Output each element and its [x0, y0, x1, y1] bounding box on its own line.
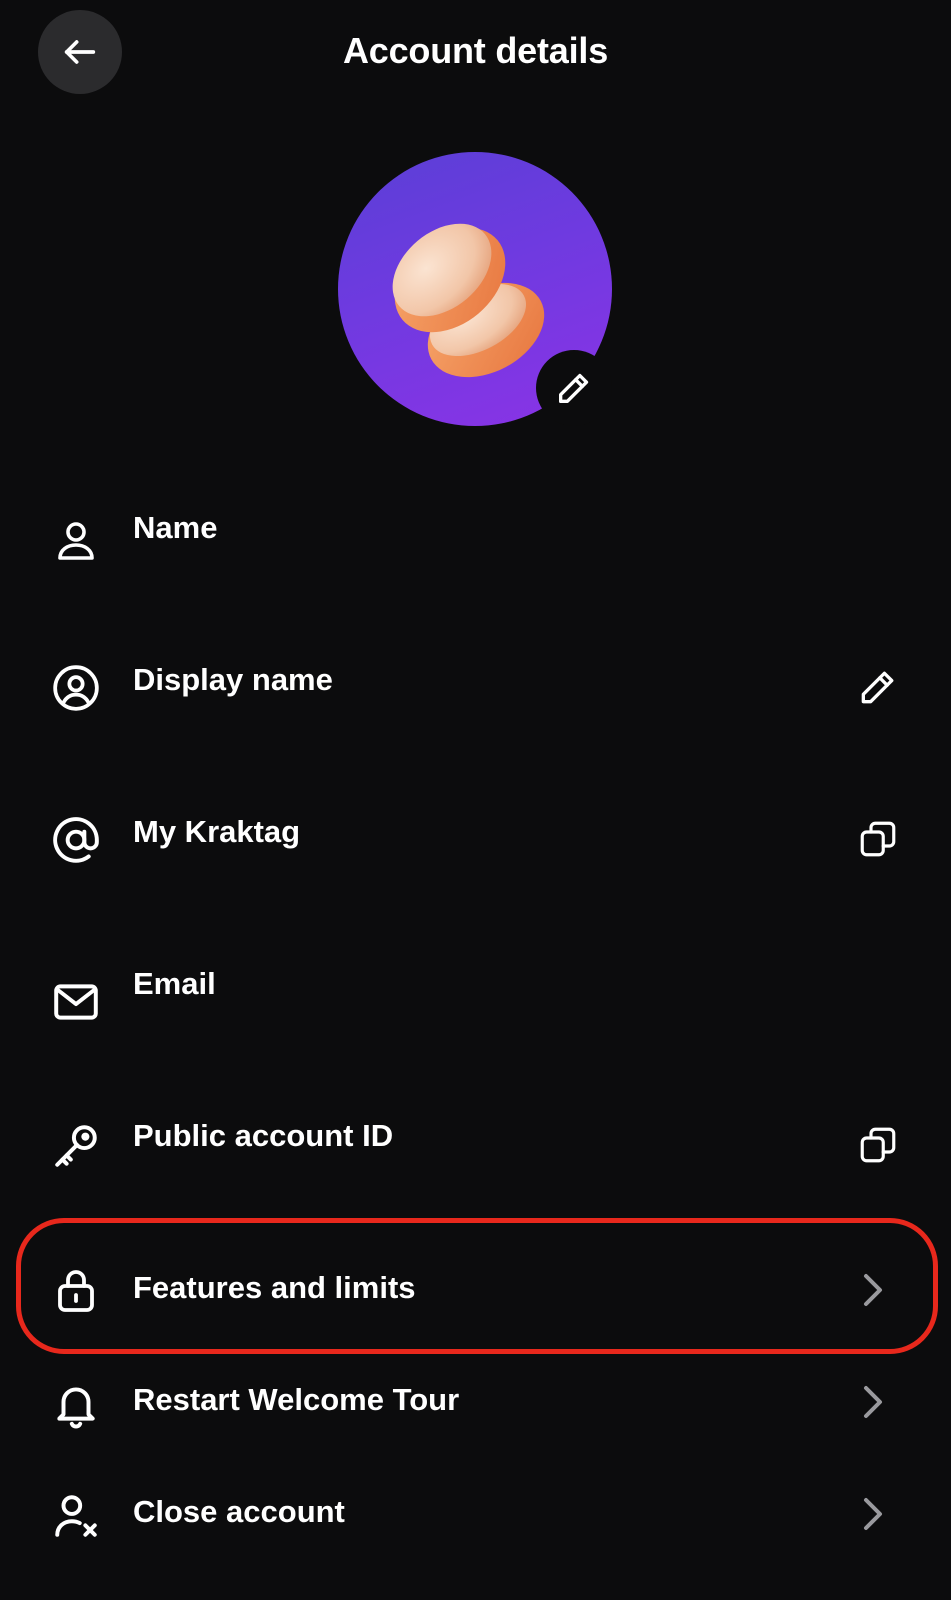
row-name[interactable]: Name: [0, 500, 951, 620]
user-circle-icon: [50, 662, 102, 714]
copy-account-id-button[interactable]: [853, 1120, 903, 1170]
row-label: Display name: [133, 662, 333, 697]
edit-display-name-button[interactable]: [853, 662, 903, 712]
copy-kraktag-button[interactable]: [853, 814, 903, 864]
row-close-account[interactable]: Close account: [0, 1474, 951, 1554]
chevron-right-icon: [858, 1382, 888, 1422]
avatar-edit-button[interactable]: [536, 350, 612, 426]
row-restart-welcome-tour[interactable]: Restart Welcome Tour: [0, 1362, 951, 1442]
copy-icon: [860, 1127, 896, 1163]
copy-icon: [860, 821, 896, 857]
at-sign-icon: [50, 814, 102, 866]
avatar-container: [338, 152, 612, 426]
pencil-icon: [861, 671, 894, 704]
key-icon: [50, 1120, 102, 1172]
row-label: Close account: [133, 1494, 345, 1529]
user-icon: [50, 514, 102, 566]
row-label: Restart Welcome Tour: [133, 1382, 460, 1417]
row-label: My Kraktag: [133, 814, 301, 849]
row-label: Email: [133, 966, 216, 1001]
chevron-right-icon: [858, 1494, 888, 1534]
row-label: Features and limits: [133, 1270, 416, 1305]
row-label: Public account ID: [133, 1118, 394, 1153]
row-label: Name: [133, 510, 218, 545]
page-title: Account details: [342, 30, 609, 71]
user-remove-icon: [50, 1490, 102, 1542]
pencil-icon: [559, 373, 589, 403]
row-features-and-limits[interactable]: Features and limits: [0, 1250, 951, 1330]
row-display-name[interactable]: Display name: [0, 652, 951, 772]
row-public-account-id[interactable]: Public account ID: [0, 1108, 951, 1228]
chevron-right-icon: [858, 1270, 888, 1310]
row-email[interactable]: Email: [0, 956, 951, 1076]
mail-icon: [50, 976, 102, 1028]
lock-icon: [50, 1264, 102, 1316]
bell-icon: [50, 1378, 102, 1430]
row-my-kraktag[interactable]: My Kraktag: [0, 804, 951, 924]
